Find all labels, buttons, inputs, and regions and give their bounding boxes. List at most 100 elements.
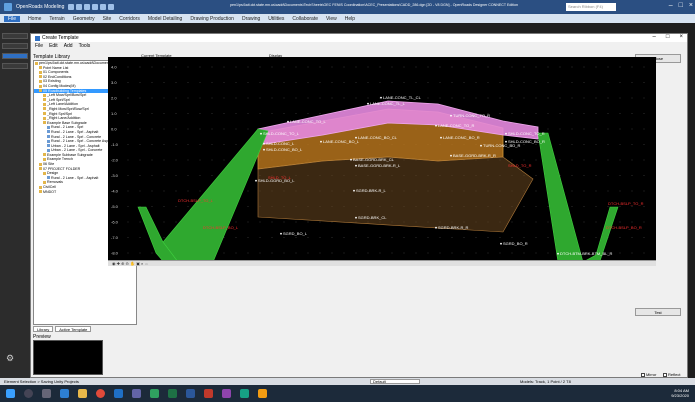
tab-active-template[interactable]: Active Template	[55, 326, 92, 332]
point-label[interactable]: SGRD-BRK_CL	[358, 215, 387, 220]
point-label[interactable]: LANE-CONC_BO_R	[443, 135, 480, 140]
template-point[interactable]	[435, 124, 437, 127]
menu-add[interactable]: Add	[64, 43, 73, 49]
template-point[interactable]	[320, 140, 322, 143]
dialog-maximize-icon[interactable]: □	[666, 34, 670, 40]
active-level[interactable]: Default	[370, 379, 420, 384]
dialog-minimize-icon[interactable]: –	[653, 34, 656, 40]
template-point[interactable]	[350, 158, 352, 161]
settings-gear-icon[interactable]: ⚙	[6, 353, 14, 364]
point-label[interactable]: SHLD-CONC_L	[266, 141, 295, 146]
point-label[interactable]: LANE-CONC_TL_L	[370, 101, 406, 106]
point-label-red[interactable]: DTCH-BSLP_BO_R	[606, 225, 642, 230]
ribbon-tab-terrain[interactable]: Terrain	[49, 16, 64, 22]
point-label[interactable]: SHLD-CONC_TO_L	[263, 131, 300, 136]
point-label[interactable]: SGRD_BO_L	[283, 231, 308, 236]
point-label-red[interactable]: SHLD_TO_L	[268, 175, 292, 180]
ribbon-tab-collaborate[interactable]: Collaborate	[292, 16, 318, 22]
template-point[interactable]	[355, 216, 357, 219]
template-point[interactable]	[367, 102, 369, 105]
tab-library[interactable]: Library	[33, 326, 54, 332]
ribbon-tab-site[interactable]: Site	[103, 16, 112, 22]
ribbon-tab-model-detailing[interactable]: Model Detailing	[148, 16, 182, 22]
template-point[interactable]	[255, 179, 257, 182]
save-icon[interactable]	[84, 4, 91, 10]
explorer-icon[interactable]	[78, 389, 87, 398]
task-view-icon[interactable]	[42, 389, 51, 398]
point-label[interactable]: BASE-GGRD-BRK-R_L	[358, 163, 401, 168]
open-icon[interactable]	[76, 4, 83, 10]
ribbon-tab-corridors[interactable]: Corridors	[119, 16, 140, 22]
start-icon[interactable]	[6, 389, 15, 398]
template-point[interactable]	[435, 226, 437, 229]
left-panel-item[interactable]	[2, 33, 28, 39]
point-label-red[interactable]: DTCH-BSLP_BO_L	[203, 225, 239, 230]
ribbon-tab-utilities[interactable]: Utilities	[268, 16, 284, 22]
template-point[interactable]	[480, 144, 482, 147]
reflect-checkbox[interactable]: Reflect	[663, 372, 680, 377]
point-label[interactable]: LANE-CONC_TO_L	[290, 119, 326, 124]
dialog-close-icon[interactable]: ×	[679, 34, 683, 40]
undo-icon[interactable]	[92, 4, 99, 10]
point-label[interactable]: LANE-CONC_BO_L	[323, 139, 360, 144]
template-point[interactable]	[280, 232, 282, 235]
test-button[interactable]: Test	[635, 308, 681, 316]
menu-file[interactable]: File	[35, 43, 43, 49]
template-point[interactable]	[450, 114, 452, 117]
mirror-checkbox[interactable]: Mirror	[641, 372, 656, 377]
subgrade-component[interactable]	[257, 156, 534, 233]
app-icon[interactable]	[204, 389, 213, 398]
right-slope-component[interactable]	[537, 132, 583, 260]
point-label[interactable]: SGRD_BO_R	[503, 241, 528, 246]
app-icon[interactable]	[222, 389, 231, 398]
template-point[interactable]	[505, 132, 507, 135]
ribbon-tab-view[interactable]: View	[326, 16, 337, 22]
close-window-icon[interactable]: ×	[689, 2, 693, 9]
print-icon[interactable]	[108, 4, 115, 10]
point-label[interactable]: LANE-CONC_TL_CL	[383, 95, 422, 100]
template-point[interactable]	[557, 252, 559, 255]
excel-icon[interactable]	[168, 389, 177, 398]
point-label[interactable]: LANE-CONC_BO_CL	[358, 135, 398, 140]
template-point[interactable]	[260, 132, 262, 135]
word-icon[interactable]	[186, 389, 195, 398]
point-label-red[interactable]: DTCH-BSLP_TO_R	[608, 201, 644, 206]
new-icon[interactable]	[68, 4, 75, 10]
point-label[interactable]: TURN-CONC_TO_R	[453, 113, 490, 118]
template-point[interactable]	[287, 120, 289, 123]
template-point[interactable]	[263, 148, 265, 151]
point-label[interactable]: SHLD-CONC_TO_R	[508, 131, 545, 136]
ribbon-tab-file[interactable]: File	[4, 15, 21, 22]
point-label-red[interactable]: SHLD_TO_R	[508, 163, 532, 168]
point-label[interactable]: LANE-CONC_TO_R	[438, 123, 474, 128]
edge-icon[interactable]	[60, 389, 69, 398]
left-slope-component[interactable]	[162, 128, 269, 260]
template-point[interactable]	[355, 164, 357, 167]
ribbon-tab-drawing[interactable]: Drawing	[242, 16, 260, 22]
template-point[interactable]	[380, 96, 382, 99]
left-panel-item[interactable]	[2, 53, 28, 59]
ribbon-tab-geometry[interactable]: Geometry	[73, 16, 95, 22]
template-point[interactable]	[263, 142, 265, 145]
workspace-name[interactable]: OpenRoads Modeling	[16, 4, 64, 10]
canvas-view-toolbar[interactable]: ◉ ✚ ⊕ ⊖ ✋ ▣ ⌕ ⇔	[108, 260, 656, 266]
template-point[interactable]	[500, 242, 502, 245]
app-icon[interactable]	[258, 389, 267, 398]
point-label[interactable]: SHLD-CONC_BO_L	[266, 147, 303, 152]
left-panel-item[interactable]	[2, 43, 28, 49]
redo-icon[interactable]	[100, 4, 107, 10]
app-logo-icon[interactable]	[4, 3, 12, 11]
ribbon-tab-drawing-production[interactable]: Drawing Production	[190, 16, 234, 22]
outlook-icon[interactable]	[114, 389, 123, 398]
system-tray[interactable]: 8:04 AM 9/23/2020	[671, 388, 689, 398]
maximize-icon[interactable]: □	[679, 2, 683, 9]
app-icon[interactable]	[240, 389, 249, 398]
point-label-red[interactable]: DTCH-BSLP_TO_L	[178, 198, 214, 203]
point-label[interactable]: DTCH-BTM-BRK-BTM_BL_R	[560, 251, 613, 256]
template-point[interactable]	[353, 189, 355, 192]
teams-icon[interactable]	[132, 389, 141, 398]
point-label[interactable]: BASE-GGRD-BRK-R_R	[453, 153, 496, 158]
point-label[interactable]: TURN-CONC_BO_R	[483, 143, 520, 148]
left-panel-item[interactable]	[2, 63, 28, 69]
template-point[interactable]	[355, 136, 357, 139]
